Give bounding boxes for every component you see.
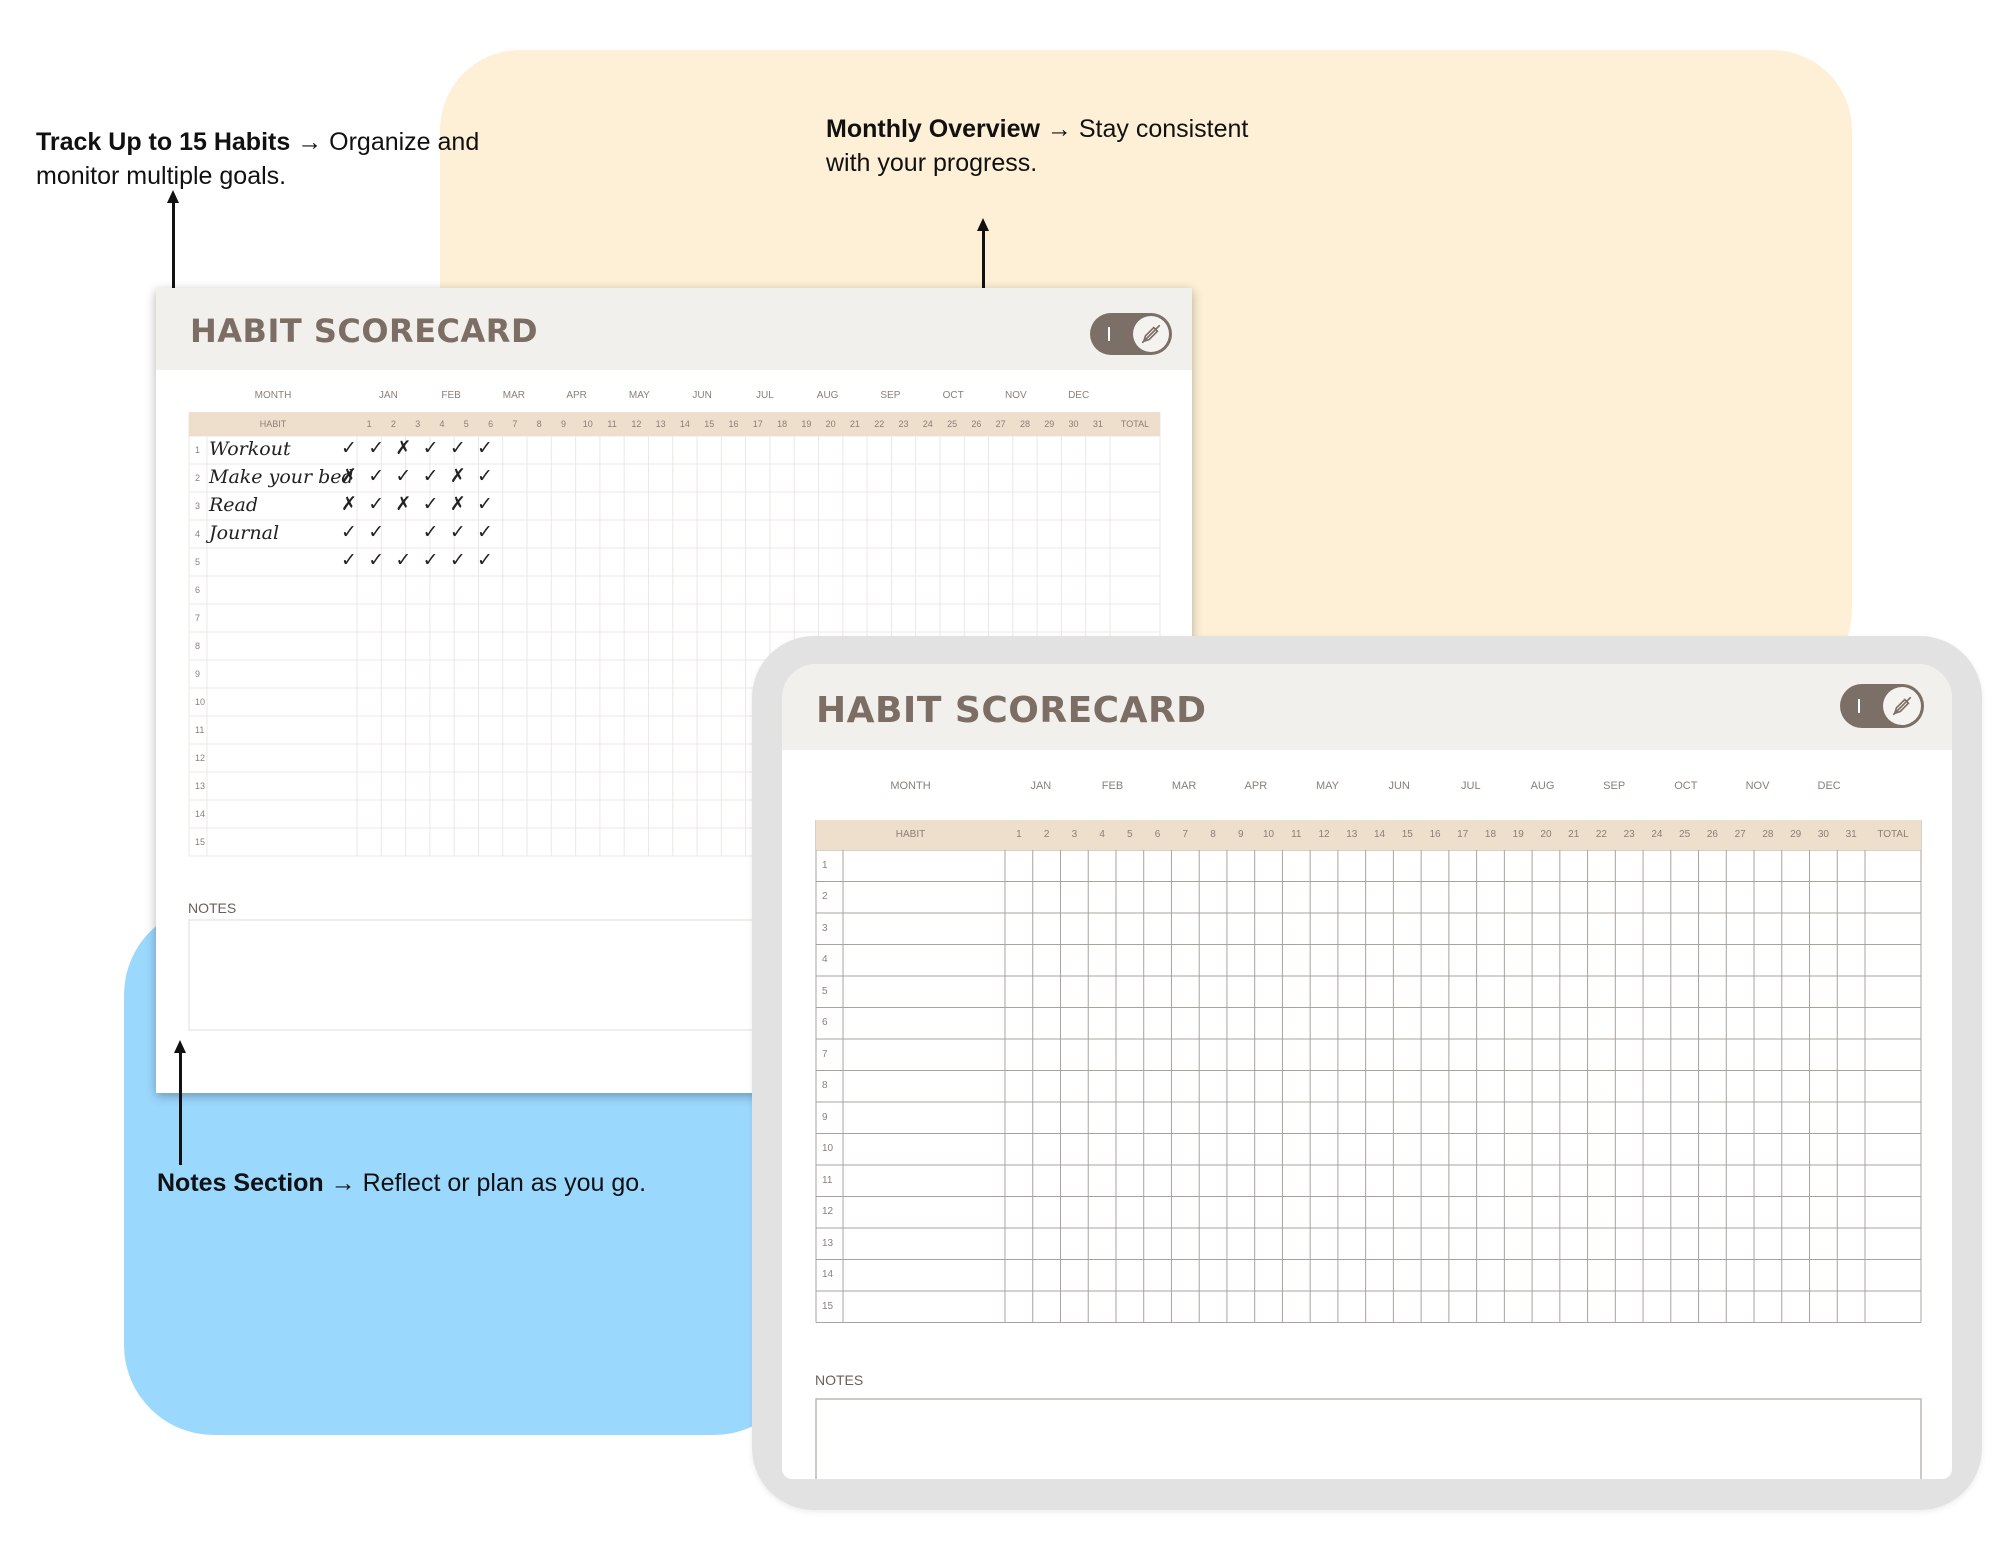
tablet-device: HABIT SCORECARD MONTH JAN FEB MAR APR MAY JUN J… xyxy=(752,636,1982,1510)
callout-notes: Notes Section → Reflect or plan as you g… xyxy=(157,1169,647,1197)
arrowhead-habits xyxy=(167,190,179,203)
tablet-screen: HABIT SCORECARD MONTH JAN FEB MAR APR MAY JUN J… xyxy=(782,664,1952,1479)
arrowhead-overview xyxy=(977,218,989,231)
screen-notes-box xyxy=(815,1398,1922,1479)
callout-habits: Track Up to 15 Habits → Organize and mon… xyxy=(36,128,480,190)
arrow-habits xyxy=(172,198,175,290)
arrowhead-notes xyxy=(174,1040,186,1053)
arrow-notes xyxy=(179,1050,182,1165)
arrow-overview xyxy=(982,228,985,290)
callout-overview: Monthly Overview → Stay consistent with … xyxy=(826,115,1249,177)
